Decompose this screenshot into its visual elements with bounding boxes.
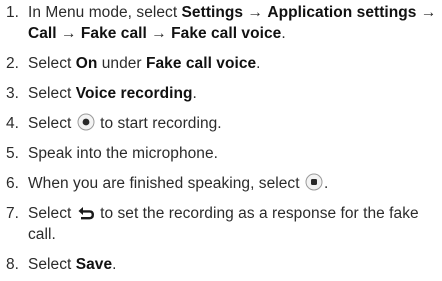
step-5: 5. Speak into the microphone. — [6, 143, 438, 164]
step-text-plain: Select — [28, 256, 76, 273]
step-text: When you are finished speaking, select . — [28, 173, 438, 194]
step-number: 5. — [6, 145, 20, 162]
step-text-plain: Select — [28, 55, 76, 72]
step-text-plain: Speak into the microphone. — [28, 145, 219, 162]
menu-application-settings-label: Application settings — [267, 4, 417, 21]
arrow-separator: → — [146, 25, 172, 42]
step-2: 2. Select On under Fake call voice. — [6, 53, 438, 74]
step-number: 2. — [6, 55, 20, 72]
step-text-plain: Select — [28, 205, 76, 222]
arrow-separator: → — [243, 4, 268, 21]
steps-list: 1. In Menu mode, select Settings → Appli… — [6, 2, 438, 275]
menu-fake-call-voice-label: Fake call voice — [171, 25, 282, 42]
back-arrow-icon — [77, 205, 95, 221]
step-number: 7. — [6, 205, 20, 222]
stop-icon — [305, 173, 323, 191]
step-4: 4. Select to start recording. — [6, 113, 438, 134]
arrow-separator: → — [416, 4, 437, 21]
step-number: 3. — [6, 85, 20, 102]
period: . — [281, 25, 286, 42]
step-3: 3. Select Voice recording. — [6, 83, 438, 104]
step-text: Select to start recording. — [28, 113, 438, 134]
step-text-plain: In Menu mode, select — [28, 4, 182, 21]
menu-call-label: Call — [28, 25, 57, 42]
step-number: 4. — [6, 115, 20, 132]
step-7: 7. Select to set the recording as a resp… — [6, 203, 438, 245]
step-number: 8. — [6, 256, 20, 273]
step-text: In Menu mode, select Settings → Applicat… — [28, 2, 438, 44]
step-text: Speak into the microphone. — [28, 143, 438, 164]
step-text-plain: When you are finished speaking, select — [28, 175, 304, 192]
step-number: 6. — [6, 175, 20, 192]
period: . — [112, 256, 117, 273]
option-on-label: On — [75, 55, 98, 72]
step-6: 6. When you are finished speaking, selec… — [6, 173, 438, 194]
step-text-plain: Select — [28, 115, 76, 132]
period: . — [323, 175, 329, 192]
step-text: Select to set the recording as a respons… — [28, 203, 438, 245]
step-text: Select Save. — [28, 254, 438, 275]
option-voice-recording-label: Voice recording — [75, 85, 193, 102]
step-8: 8. Select Save. — [6, 254, 438, 275]
period: . — [192, 85, 197, 102]
step-text: Select Voice recording. — [28, 83, 438, 104]
step-text-plain: to start recording. — [95, 115, 222, 132]
record-icon — [77, 113, 95, 131]
option-fake-call-voice-label: Fake call voice — [145, 55, 257, 72]
step-number: 1. — [6, 4, 20, 21]
arrow-separator: → — [56, 25, 81, 42]
menu-settings-label: Settings — [181, 4, 244, 21]
step-1: 1. In Menu mode, select Settings → Appli… — [6, 2, 438, 44]
step-text: Select On under Fake call voice. — [28, 53, 438, 74]
period: . — [256, 55, 261, 72]
step-text-plain: under — [97, 55, 146, 72]
menu-fake-call-label: Fake call — [80, 25, 147, 42]
option-save-label: Save — [75, 256, 113, 273]
instructions-page: 1. In Menu mode, select Settings → Appli… — [0, 0, 442, 281]
step-text-plain: Select — [28, 85, 76, 102]
